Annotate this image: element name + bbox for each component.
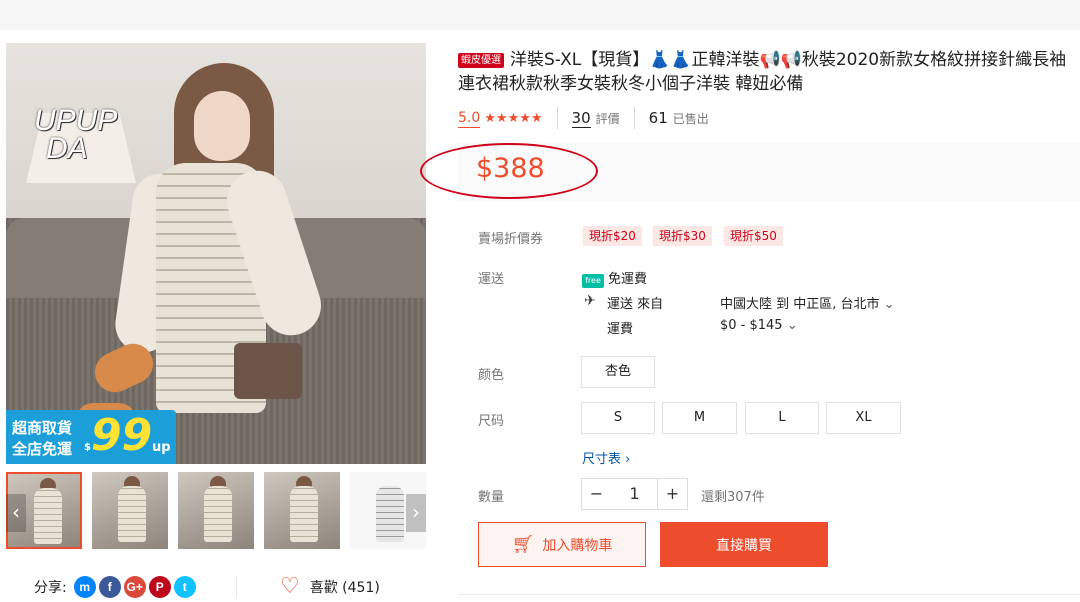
promo-up: up	[152, 440, 171, 455]
add-to-cart-button[interactable]: 🛒︎ 加入購物車	[478, 522, 646, 567]
chevron-down-icon: ⌄	[786, 318, 798, 333]
ship-from-value[interactable]: 中國大陸 到 中正區, 台北市 ⌄	[720, 293, 895, 312]
thumb-dress	[290, 486, 318, 542]
voucher-20[interactable]: 現折$20	[582, 226, 642, 246]
thumb-dress	[376, 486, 404, 542]
top-bar	[0, 0, 1080, 30]
ship-from-text: 中國大陸 到 中正區, 台北市	[720, 297, 880, 312]
share-row: 分享: m f G+ P t	[34, 576, 196, 598]
product-title-text: 洋裝S-XL【現貨】👗👗正韓洋裝📢📢秋裝2020新款女格紋拼接針織長袖連衣裙秋款…	[458, 50, 1067, 94]
sold-count: 61	[648, 109, 668, 127]
size-option-xl[interactable]: XL	[826, 402, 901, 434]
bottom-divider	[458, 594, 1080, 595]
color-option-apricot[interactable]: 杏色	[581, 356, 655, 388]
size-chart-link[interactable]: 尺寸表 ›	[582, 448, 630, 467]
thumbnail-next-arrow[interactable]: ›	[406, 494, 426, 532]
chevron-down-icon: ⌄	[883, 297, 895, 312]
share-divider	[236, 576, 237, 598]
thumbnail-4[interactable]	[264, 472, 340, 549]
ship-from-label: 運送 來自	[607, 297, 664, 312]
promo-line1: 超商取貨	[12, 419, 73, 437]
promo-line2: 全店免運	[12, 440, 73, 458]
rating-separator	[633, 107, 635, 129]
share-label: 分享:	[34, 580, 67, 596]
pinterest-icon[interactable]: P	[148, 576, 171, 598]
ship-fee-label: 運費	[607, 322, 634, 337]
image-model-face	[194, 91, 250, 161]
review-label: 評價	[595, 111, 620, 126]
google-plus-icon[interactable]: G+	[123, 576, 146, 598]
stock-remaining: 還剩307件	[701, 490, 765, 505]
messenger-icon[interactable]: m	[73, 576, 96, 598]
thumb-dress	[118, 486, 146, 542]
promo-dollar: $	[84, 442, 91, 453]
rating-value[interactable]: 5.0	[458, 109, 481, 128]
like-button[interactable]: ♡ 喜歡 (451)	[280, 576, 380, 598]
promo-number: 99	[91, 410, 153, 461]
thumb-dress	[204, 486, 232, 542]
size-option-s[interactable]: S	[581, 402, 655, 434]
main-product-image[interactable]: UPUP DA	[6, 43, 426, 464]
free-shipping-line: free 免運費	[582, 268, 647, 288]
ship-fee-value[interactable]: $0 - $145 ⌄	[720, 318, 798, 333]
thumbnail-prev-arrow[interactable]: ‹	[6, 494, 26, 532]
brand-line2: DA	[46, 132, 88, 165]
quantity-input[interactable]: 1	[611, 478, 658, 510]
twitter-icon[interactable]: t	[173, 576, 196, 598]
rating-stars-icon: ★★★★★	[484, 110, 543, 126]
cart-icon: 🛒︎	[511, 534, 535, 555]
quantity-plus-button[interactable]: +	[657, 478, 688, 510]
ship-fee-text: $0 - $145	[720, 318, 783, 333]
sold-label: 已售出	[672, 111, 709, 126]
size-option-l[interactable]: L	[745, 402, 819, 434]
free-shipping-text: 免運費	[608, 272, 648, 287]
heart-icon: ♡	[280, 574, 300, 599]
brand-logo: UPUP DA	[34, 106, 117, 165]
quantity-label: 數量	[478, 490, 505, 505]
thumbnail-strip: ‹ ›	[6, 472, 426, 552]
thumbnail-3[interactable]	[178, 472, 254, 549]
facebook-icon[interactable]: f	[98, 576, 121, 598]
rating-row: 5.0 ★★★★★ 30 評價 61 已售出	[458, 107, 709, 129]
voucher-50[interactable]: 現折$50	[723, 226, 783, 246]
thumbnail-2[interactable]	[92, 472, 168, 549]
free-shipping-icon: free	[582, 274, 604, 288]
rating-separator	[556, 107, 558, 129]
price-highlight-circle	[420, 143, 598, 199]
size-option-m[interactable]: M	[662, 402, 737, 434]
preferred-badge: 蝦皮優選	[458, 53, 504, 68]
product-title: 蝦皮優選 洋裝S-XL【現貨】👗👗正韓洋裝📢📢秋裝2020新款女格紋拼接針織長袖連…	[458, 48, 1073, 96]
quantity-minus-button[interactable]: −	[581, 478, 612, 510]
size-label: 尺码	[478, 414, 505, 429]
color-label: 颜色	[478, 368, 505, 383]
add-to-cart-label: 加入購物車	[542, 537, 613, 554]
review-count[interactable]: 30	[571, 109, 591, 128]
voucher-30[interactable]: 現折$30	[652, 226, 712, 246]
like-label: 喜歡 (451)	[309, 580, 380, 596]
buy-now-button[interactable]: 直接購買	[660, 522, 828, 567]
free-shipping-promo-banner: 超商取貨 全店免運 $ 99 up	[6, 410, 176, 464]
image-handbag	[234, 343, 302, 399]
shipping-label: 運送	[478, 272, 505, 287]
thumb-dress	[34, 488, 62, 544]
truck-icon: ✈	[584, 293, 596, 309]
buy-now-label: 直接購買	[716, 537, 772, 554]
voucher-label: 賣場折價券	[478, 232, 544, 247]
